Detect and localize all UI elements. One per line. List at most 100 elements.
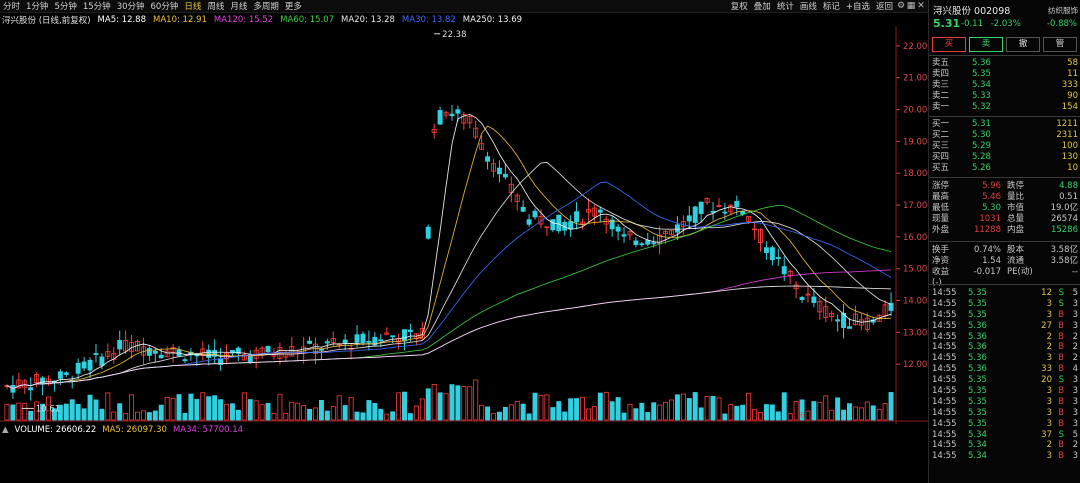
order-level: 买四 5.28 130 (932, 152, 1078, 163)
tick-volume: 27 (1041, 320, 1052, 331)
settings-icon[interactable]: ⚙ (896, 1, 906, 11)
period-tab[interactable]: 月线 (227, 0, 250, 12)
level-price: 5.26 (972, 163, 991, 173)
toolbar-action[interactable]: 返回 (873, 0, 896, 12)
volume-bar (491, 413, 496, 421)
period-tab[interactable]: 分时 (0, 0, 23, 12)
tick-row: 14:55 5.36 2 B 2 (932, 342, 1078, 353)
toolbar-action[interactable]: 统计 (774, 0, 797, 12)
level-price: 5.29 (972, 141, 991, 151)
trade-tab[interactable]: 管 (1043, 37, 1077, 52)
tick-side: B (1058, 309, 1064, 320)
candle-body (378, 339, 384, 342)
tick-time: 14:55 (932, 320, 957, 331)
volume-bar (10, 404, 16, 421)
volume-bar (99, 408, 105, 421)
tick-side: B (1058, 396, 1064, 407)
period-tab[interactable]: 周线 (204, 0, 227, 12)
volume-bar (485, 406, 491, 421)
volume-bar (805, 410, 811, 421)
candle-body (651, 242, 657, 245)
level-volume: 58 (1067, 58, 1078, 68)
candle-body (449, 113, 455, 117)
volume-bar (360, 412, 366, 421)
stat-label: 收益(-) (932, 267, 950, 288)
volume-bar (330, 406, 336, 421)
volume-bar (835, 397, 841, 421)
trade-tab[interactable]: 卖 (969, 37, 1003, 52)
stock-title: 浔兴股份 002098 (933, 6, 1011, 17)
toolbar-actions: 复权 叠加 统计 画线 标记 +自选 返回 ⚙ ▦ ✕ (728, 0, 926, 12)
stat-value: 3.58亿 (1050, 256, 1078, 266)
level-label: 买三 (932, 141, 950, 151)
toolbar-action[interactable]: 画线 (797, 0, 820, 12)
toolbar-action[interactable]: 叠加 (751, 0, 774, 12)
grid-icon[interactable]: ▦ (906, 1, 916, 11)
tick-count: 3 (1072, 375, 1078, 386)
tick-row: 14:55 5.35 3 S 3 (932, 299, 1078, 310)
order-level: 卖二 5.33 90 (932, 91, 1078, 102)
volume-bar (307, 408, 313, 421)
order-level: 卖一 5.32 154 (932, 102, 1078, 113)
tick-price: 5.35 (968, 418, 987, 429)
period-tab[interactable]: 多周期 (250, 0, 282, 12)
ma-legend-item: MA10: 12.91 (153, 14, 207, 25)
period-tab[interactable]: 1分钟 (23, 0, 51, 12)
candle-body (425, 226, 431, 239)
ma-line (6, 285, 892, 390)
volume-bar (87, 394, 93, 421)
period-tab[interactable]: 5分钟 (51, 0, 79, 12)
tick-volume: 37 (1041, 429, 1052, 440)
volume-bar (615, 397, 621, 421)
volume-bar (538, 395, 544, 421)
period-tab[interactable]: 更多 (282, 0, 305, 12)
candle-body (81, 361, 87, 369)
tick-volume: 2 (1046, 331, 1052, 342)
toolbar-action[interactable]: 标记 (820, 0, 843, 12)
trade-tab[interactable]: 买 (932, 37, 966, 52)
tick-side: B (1058, 386, 1064, 397)
volume-bar (218, 399, 224, 421)
volume-bar (158, 404, 164, 421)
volume-bar (473, 379, 479, 421)
volume-bar (746, 392, 752, 421)
stats-block-2: 换手 0.74% 股本 3.58亿 净资 1.54 流通 3.58亿 收益(-) -0.017 PE… (932, 245, 1078, 288)
volume-bar (348, 397, 354, 421)
price-axis-label: 19.00 (903, 137, 927, 147)
tick-time: 14:55 (932, 309, 957, 320)
change-pct: -2.03% (990, 19, 1021, 29)
tick-time: 14:55 (932, 451, 957, 462)
stat-value: 26574 (1050, 214, 1078, 224)
period-tab[interactable]: 15分钟 (80, 0, 114, 12)
level-price: 5.35 (972, 69, 991, 79)
volume-bar (182, 412, 188, 421)
period-tab[interactable]: 60分钟 (148, 0, 182, 12)
volume-bar (508, 404, 514, 421)
volume-bar (449, 384, 455, 421)
tick-time: 14:55 (932, 364, 957, 375)
candle-body (763, 247, 769, 253)
volume-bar (407, 413, 413, 421)
volume-bar (627, 403, 633, 421)
period-tab[interactable]: 日线 (181, 0, 204, 12)
sector-index-button[interactable]: 纺织服饰 (1048, 5, 1078, 16)
candle-body (318, 348, 324, 351)
candle-body (307, 340, 313, 344)
candle-body (87, 359, 93, 371)
kline-chart[interactable]: 22.00 21.00 20.00 19.00 18.00 17.00 16.00 15.00… (0, 26, 928, 424)
level-price: 5.28 (972, 152, 991, 162)
close-icon[interactable]: ✕ (916, 1, 926, 11)
tick-price: 5.35 (968, 386, 987, 397)
sector-index-pct: -0.88% (1046, 19, 1077, 29)
volume-legend: ▲ VOLUME: 26606.22 MA5: 26097.30 MA34: 577… (2, 424, 255, 435)
tick-count: 2 (1072, 440, 1078, 451)
candle-body (639, 243, 645, 246)
toolbar-action[interactable]: +自选 (843, 0, 873, 12)
candle-body (597, 209, 603, 213)
stat-label: 总量 (1007, 214, 1025, 224)
volume-bar (758, 412, 763, 421)
volume-bar (396, 392, 402, 421)
trade-tab[interactable]: 撤 (1006, 37, 1040, 52)
toolbar-action[interactable]: 复权 (728, 0, 751, 12)
period-tab[interactable]: 30分钟 (114, 0, 148, 12)
